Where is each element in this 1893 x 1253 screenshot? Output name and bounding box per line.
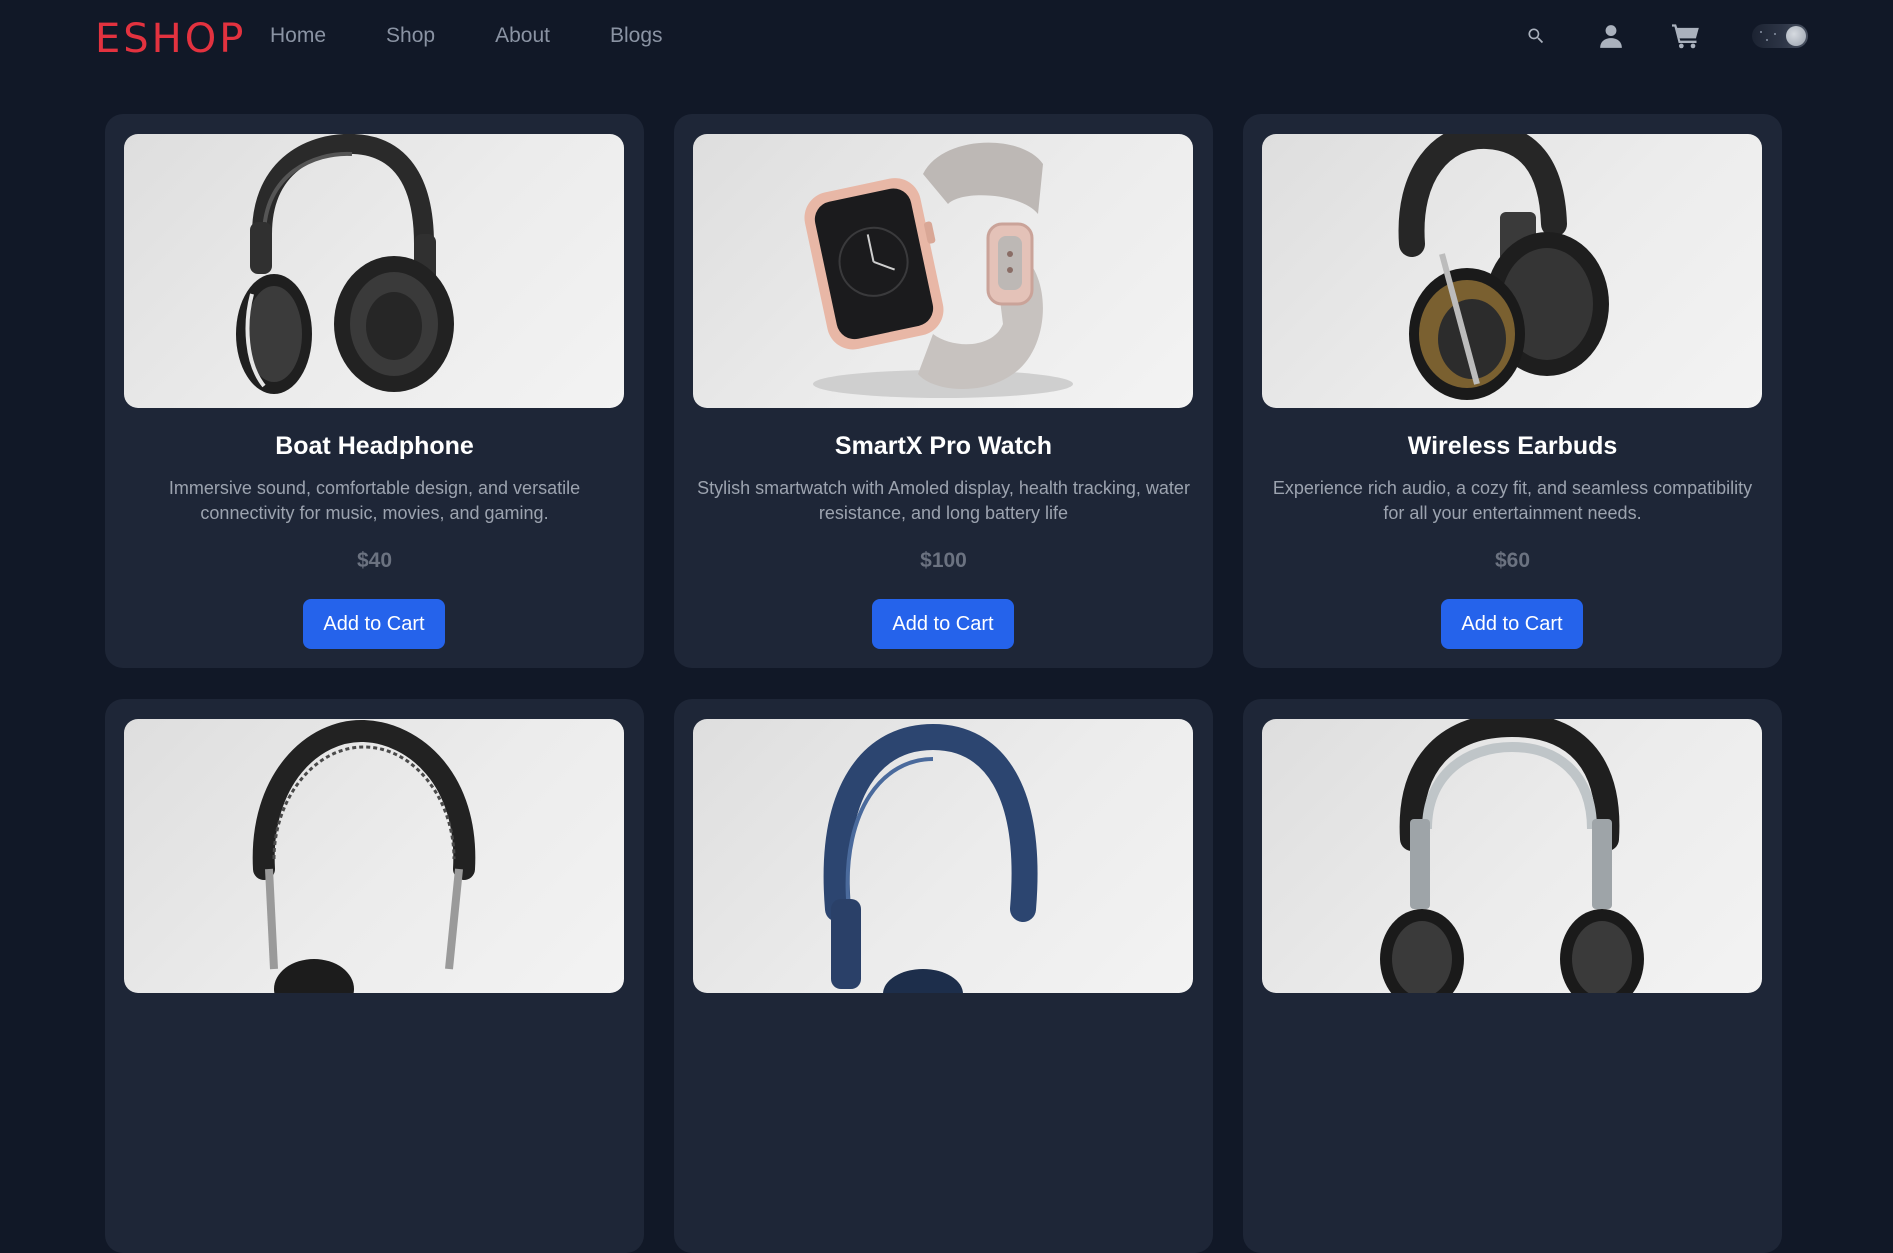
add-to-cart-button[interactable]: Add to Cart xyxy=(872,599,1014,649)
product-price: $100 xyxy=(920,549,967,572)
product-description: Immersive sound, comfortable design, and… xyxy=(168,478,581,523)
add-to-cart-button[interactable]: Add to Cart xyxy=(303,599,445,649)
product-card: Wireless Earbuds Experience rich audio, … xyxy=(1243,114,1782,668)
navbar: ESHOP Home Shop About Blogs xyxy=(0,0,1893,76)
product-image-headphones[interactable] xyxy=(1262,134,1762,408)
nav-link-blogs[interactable]: Blogs xyxy=(610,24,663,48)
main-nav: Home Shop About Blogs xyxy=(270,24,723,48)
toggle-knob xyxy=(1786,26,1806,46)
cart-icon[interactable] xyxy=(1670,20,1702,52)
product-price: $40 xyxy=(356,549,393,572)
product-card: SmartX Pro Watch Stylish smartwatch with… xyxy=(674,114,1213,668)
nav-link-shop[interactable]: Shop xyxy=(386,24,435,48)
product-title: Wireless Earbuds xyxy=(1407,432,1618,460)
product-image-headphones[interactable] xyxy=(124,134,624,408)
theme-toggle[interactable] xyxy=(1752,24,1808,48)
product-card xyxy=(105,699,644,1253)
product-description: Stylish smartwatch with Amoled display, … xyxy=(697,478,1190,523)
product-image-headphones[interactable] xyxy=(693,719,1193,993)
nav-link-home[interactable]: Home xyxy=(270,24,326,48)
product-card xyxy=(1243,699,1782,1253)
product-price: $60 xyxy=(1494,549,1531,572)
product-description: Experience rich audio, a cozy fit, and s… xyxy=(1272,478,1753,523)
nav-icons xyxy=(1520,20,1808,52)
nav-link-about[interactable]: About xyxy=(495,24,550,48)
user-icon[interactable] xyxy=(1595,20,1627,52)
product-image-smartwatch[interactable] xyxy=(693,134,1193,408)
search-icon[interactable] xyxy=(1520,20,1552,52)
add-to-cart-button[interactable]: Add to Cart xyxy=(1441,599,1583,649)
brand-logo[interactable]: ESHOP xyxy=(95,16,246,62)
product-image-headphones[interactable] xyxy=(124,719,624,993)
product-image-headphones[interactable] xyxy=(1262,719,1762,993)
product-title: SmartX Pro Watch xyxy=(834,432,1053,460)
product-card xyxy=(674,699,1213,1253)
product-card: Boat Headphone Immersive sound, comforta… xyxy=(105,114,644,668)
product-title: Boat Headphone xyxy=(275,432,474,460)
